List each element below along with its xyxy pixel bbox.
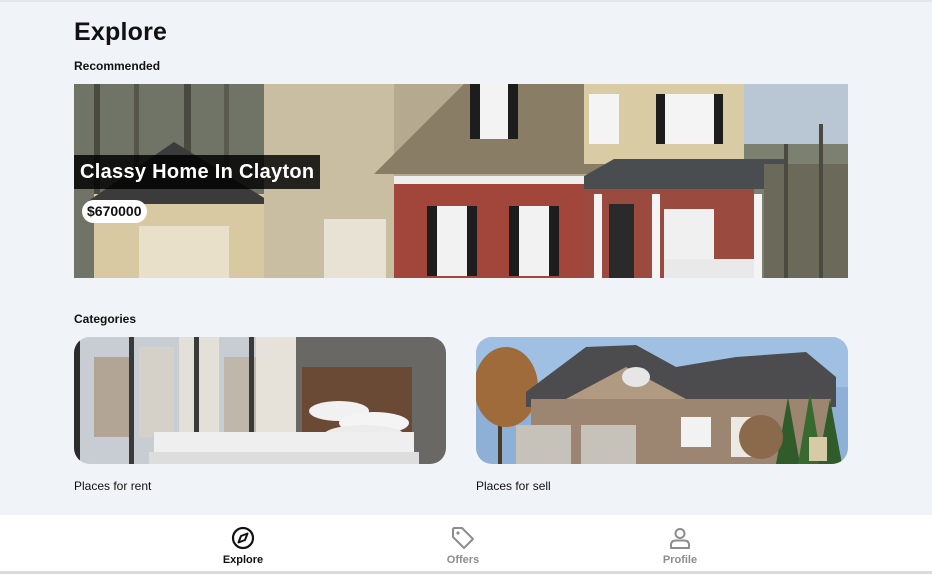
compass-icon [231,526,255,550]
nav-item-offers[interactable]: Offers [413,525,513,566]
rent-bedroom-image [74,337,446,464]
nav-item-explore[interactable]: Explore [193,525,293,566]
bottom-navigation: Explore Offers Profile [0,515,932,574]
category-label-sell: Places for sell [476,479,551,493]
nav-label-explore: Explore [222,554,264,566]
sell-house-image [476,337,848,464]
nav-label-profile: Profile [662,554,698,566]
tag-icon [452,527,474,549]
featured-listing-price-badge: $670000 [82,200,147,223]
category-card-rent[interactable] [74,337,446,464]
nav-label-offers: Offers [446,554,480,566]
nav-item-profile[interactable]: Profile [630,525,730,566]
category-label-rent: Places for rent [74,479,152,493]
recommended-heading: Recommended [74,59,161,73]
page-title: Explore [74,18,168,46]
top-divider [0,0,932,2]
user-icon [670,528,690,549]
category-card-sell[interactable] [476,337,848,464]
featured-listing-title: Classy Home In Clayton [74,155,321,189]
categories-heading: Categories [74,312,137,326]
